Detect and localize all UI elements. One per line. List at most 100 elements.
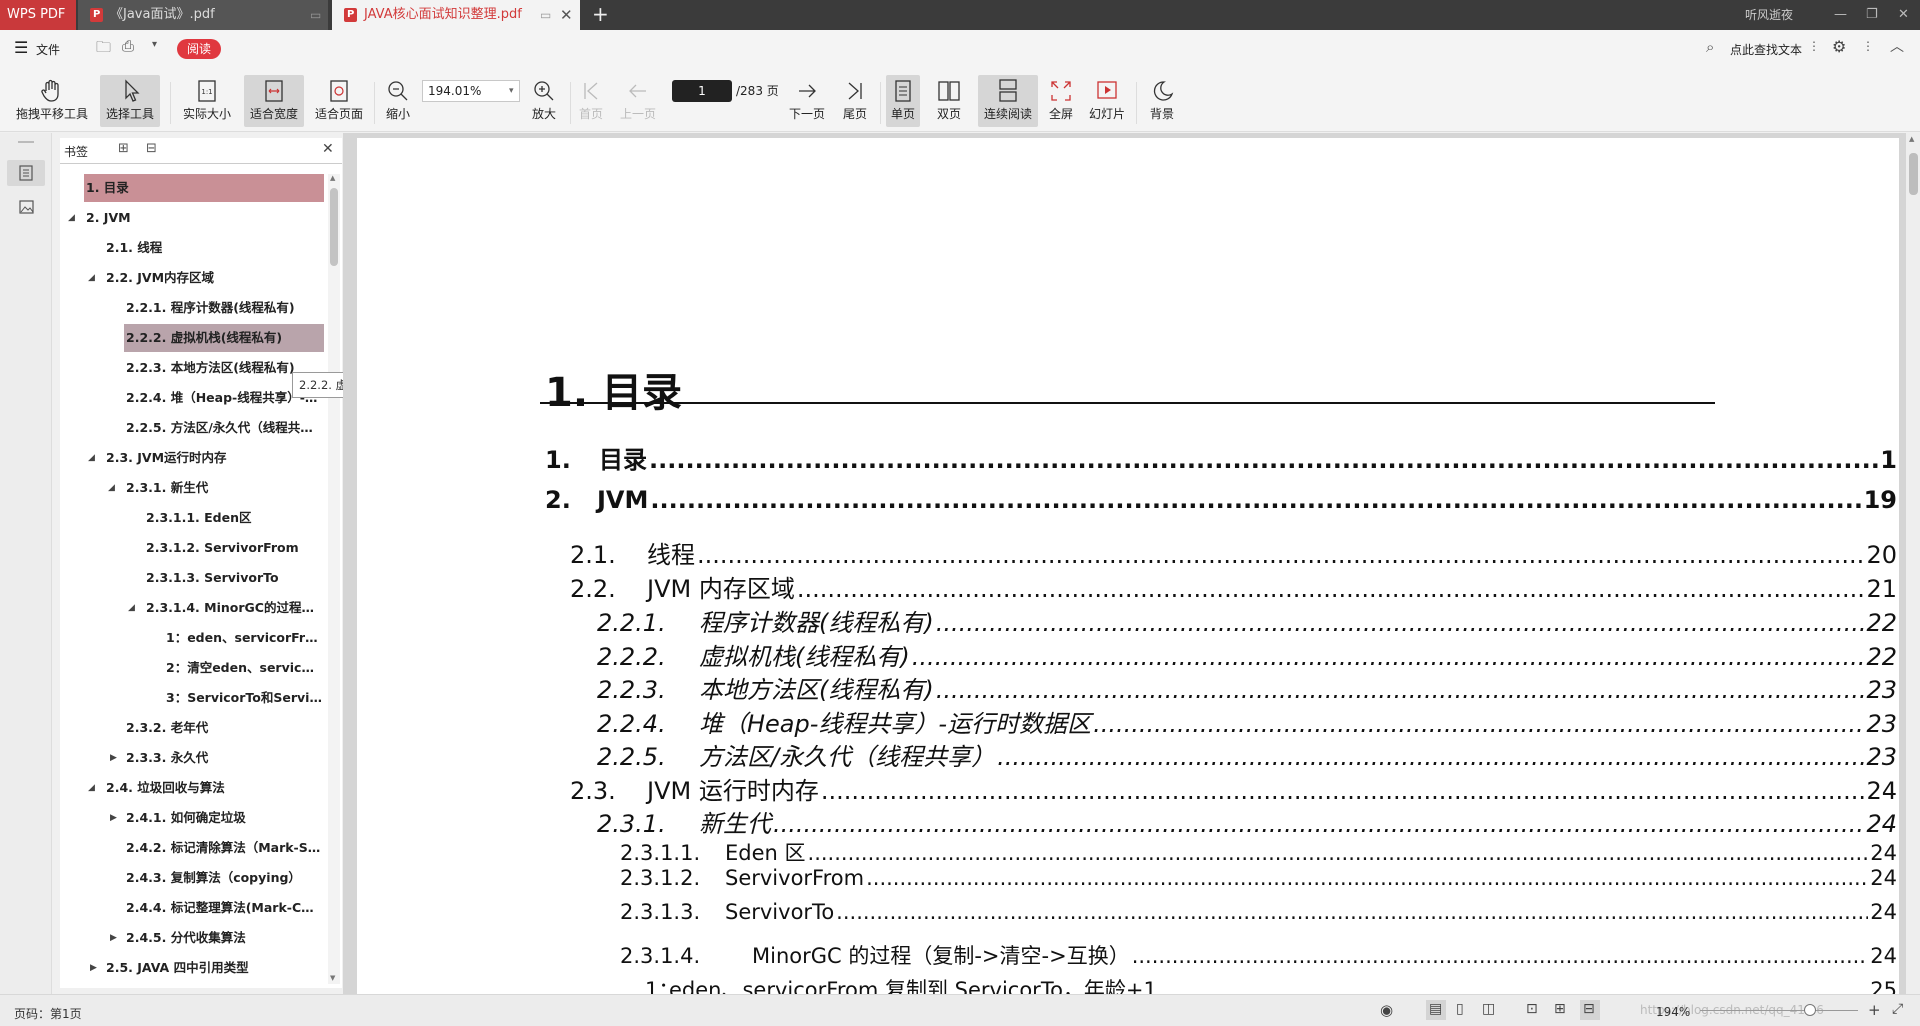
document-viewport[interactable]: 1. 目录 1. 目录 1 2. JVM 19 2.1. 线程 20 2.2. … [343, 133, 1920, 1002]
file-menu[interactable]: 文件 [36, 41, 60, 58]
open-folder-icon[interactable]: 🗀 [96, 37, 111, 62]
tab-java-interview[interactable]: 《Java面试》.pdf ▭ [78, 0, 328, 30]
scroll-up-icon[interactable]: ▲ [1909, 135, 1914, 143]
bookmark-item[interactable]: 2.1. 线程 [106, 234, 322, 262]
new-tab-icon[interactable]: + [592, 0, 609, 30]
bookmark-item[interactable]: 3：ServicorTo和ServicorFrom互换 [166, 684, 322, 712]
more-icon[interactable]: ⋮ [1808, 39, 1820, 53]
settings-icon[interactable]: ⚙ [1832, 37, 1846, 56]
bookmark-item[interactable]: 2.3.1.2. ServivorFrom [146, 534, 322, 562]
fit-page-button[interactable]: 适合页面 [312, 75, 366, 127]
prev-page-button[interactable]: 上一页 [618, 75, 658, 127]
continuous-read-button[interactable]: 连续阅读 [978, 75, 1038, 127]
expand-triangle-icon[interactable]: ◢ [128, 594, 135, 622]
bookmark-item[interactable]: 2.3.1. 新生代 [126, 474, 322, 502]
collapsed-triangle-icon[interactable]: ▶ [90, 954, 97, 982]
bookmark-item[interactable]: 2：清空eden、servicorFrom [166, 654, 322, 682]
expand-triangle-icon[interactable]: ◢ [88, 264, 95, 292]
hand-tool-button[interactable]: 拖拽平移工具 [12, 75, 92, 127]
scrollbar-thumb[interactable] [1909, 153, 1918, 195]
bookmark-item[interactable]: 2. JVM [86, 204, 322, 232]
toc-entry[interactable]: 2.2.3. 本地方法区(线程私有) 23 [597, 670, 1897, 705]
bookmark-item[interactable]: 2.4.3. 复制算法（copying） [126, 864, 322, 892]
bookmark-item[interactable]: 2.4.4. 标记整理算法(Mark-Compact) [126, 894, 322, 922]
expand-triangle-icon[interactable]: ◢ [108, 474, 115, 502]
fit-width-icon[interactable]: ⊟ [1583, 1001, 1595, 1017]
toc-entry[interactable]: 2.1. 线程 20 [570, 535, 1897, 570]
bookmark-item[interactable]: 2.5. JAVA 四中引用类型 [106, 954, 322, 982]
toc-entry[interactable]: 2.3. JVM 运行时内存 24 [570, 771, 1897, 806]
page-number-input[interactable]: 1 [672, 80, 732, 102]
toc-entry[interactable]: 2.3.1.1. Eden 区 24 [620, 837, 1897, 867]
bookmarks-toggle-button[interactable] [7, 160, 45, 186]
bookmark-item[interactable]: 2.2.1. 程序计数器(线程私有) [126, 294, 322, 322]
expand-triangle-icon[interactable]: ◢ [88, 444, 95, 472]
pin-icon[interactable]: ▭ [540, 0, 551, 30]
document-scrollbar[interactable]: ▲ [1906, 133, 1920, 994]
eye-protection-icon[interactable]: ◉ [1380, 1001, 1393, 1019]
single-page-button[interactable]: 单页 [886, 75, 920, 127]
collapsed-triangle-icon[interactable]: ▶ [110, 744, 117, 772]
first-page-button[interactable]: 首页 [576, 75, 606, 127]
collapse-ribbon-icon[interactable]: ︿ [1890, 36, 1904, 56]
toc-entry[interactable]: 1. 目录 1 [545, 440, 1897, 475]
expand-triangle-icon[interactable]: ◢ [68, 204, 75, 232]
more-options-icon[interactable]: ⋮ [1862, 39, 1874, 53]
thumbnails-toggle-button[interactable] [7, 195, 45, 221]
bookmark-scrollbar[interactable]: ▲ ▼ [328, 174, 340, 984]
bookmark-item[interactable]: 2.3.1.1. Eden区 [146, 504, 322, 532]
continuous-view-icon[interactable]: ▤ [1429, 1001, 1442, 1017]
toc-entry[interactable]: 2.2.1. 程序计数器(线程私有) 22 [597, 603, 1897, 638]
bookmark-item[interactable]: 2.3.3. 永久代 [126, 744, 322, 772]
close-panel-icon[interactable]: ✕ [322, 141, 334, 157]
fit-width-button[interactable]: 适合宽度 [244, 75, 304, 127]
toc-entry[interactable]: 2.2. JVM 内存区域 21 [570, 569, 1897, 604]
next-page-button[interactable]: 下一页 [786, 75, 828, 127]
collapse-all-icon[interactable]: ⊟ [146, 141, 157, 156]
fullscreen-icon[interactable]: ⤢ [1892, 1001, 1903, 1017]
search-text-button[interactable]: 点此查找文本 [1730, 41, 1802, 58]
scrollbar-thumb[interactable] [330, 188, 338, 266]
toc-entry[interactable]: 2.3.1.4. MinorGC 的过程（复制->清空->互换） 24 [620, 940, 1897, 970]
bookmark-item[interactable]: 2.4.5. 分代收集算法 [126, 924, 322, 952]
zoom-in-button[interactable]: 放大 [528, 75, 560, 127]
zoom-plus-icon[interactable]: + [1868, 1001, 1881, 1019]
select-tool-button[interactable]: 选择工具 [100, 75, 160, 127]
zoom-level-select[interactable]: 194.01% ▾ [422, 80, 520, 102]
restore-icon[interactable]: ❐ [1866, 0, 1878, 30]
print-icon[interactable]: ⎙ [122, 37, 134, 55]
slideshow-button[interactable]: 幻灯片 [1086, 75, 1128, 127]
menu-icon[interactable]: ☰ [14, 38, 28, 57]
bookmark-item[interactable]: 2.2.2. 虚拟机栈(线程私有) [124, 324, 324, 352]
search-icon[interactable]: ⌕ [1706, 38, 1714, 56]
pin-icon[interactable]: ▭ [310, 0, 321, 30]
actual-size-button[interactable]: 1:1 实际大小 [180, 75, 234, 127]
tab-java-core[interactable]: JAVA核心面试知识整理.pdf ▭ ✕ [332, 0, 580, 30]
toc-entry[interactable]: 2.2.2. 虚拟机栈(线程私有) 22 [597, 637, 1897, 672]
expand-all-icon[interactable]: ⊞ [118, 141, 129, 156]
background-button[interactable]: 背景 [1142, 75, 1182, 127]
bookmark-item[interactable]: 2.3.1.4. MinorGC的过程（复制->清空->互换） [146, 594, 322, 622]
fullscreen-button[interactable]: 全屏 [1046, 75, 1076, 127]
book-view-icon[interactable]: ◫ [1482, 1001, 1495, 1017]
collapsed-triangle-icon[interactable]: ▶ [110, 804, 117, 832]
read-mode-button[interactable]: 阅读 [177, 39, 221, 59]
toc-entry[interactable]: 2.3.1. 新生代 24 [597, 804, 1897, 839]
zoom-slider-handle[interactable] [1804, 1004, 1816, 1016]
bookmark-item[interactable]: 2.2.5. 方法区/永久代（线程共享） [126, 414, 322, 442]
bookmark-item[interactable]: 2.3.1.3. ServivorTo [146, 564, 322, 592]
bookmark-item[interactable]: 1：eden、servicorFrom 复制到 ServicorTo，年龄+1 [166, 624, 322, 652]
close-tab-icon[interactable]: ✕ [560, 0, 573, 30]
scroll-down-icon[interactable]: ▼ [330, 974, 335, 982]
toc-entry[interactable]: 2.2.4. 堆（Heap-线程共享）-运行时数据区 23 [597, 704, 1897, 739]
collapsed-triangle-icon[interactable]: ▶ [110, 924, 117, 952]
minimize-icon[interactable]: — [1834, 0, 1847, 30]
fit-page-icon[interactable]: ⊞ [1554, 1001, 1566, 1017]
bookmark-item[interactable]: 1. 目录 [84, 174, 324, 202]
app-logo[interactable]: WPS PDF [0, 0, 76, 30]
bookmark-item[interactable]: 2.4. 垃圾回收与算法 [106, 774, 322, 802]
close-window-icon[interactable]: ✕ [1898, 0, 1909, 30]
toc-entry[interactable]: 2.3.1.2. ServivorFrom 24 [620, 866, 1897, 890]
zoom-slider-track[interactable] [1700, 1010, 1858, 1011]
zoom-out-button[interactable]: 缩小 [382, 75, 414, 127]
